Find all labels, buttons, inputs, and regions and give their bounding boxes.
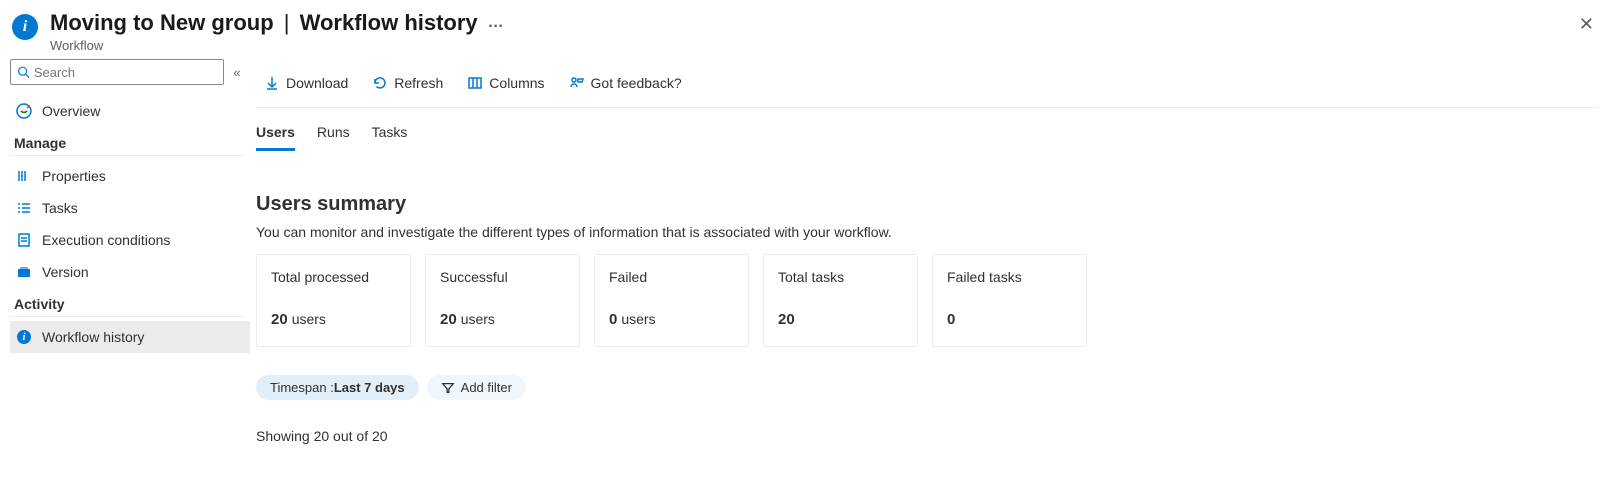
add-filter-pill[interactable]: Add filter [427, 375, 526, 400]
collapse-sidebar-button[interactable]: « [224, 65, 250, 80]
card-value: 20users [271, 311, 396, 328]
button-label: Download [286, 75, 348, 91]
pill-value: Last 7 days [334, 380, 405, 395]
button-label: Got feedback? [591, 75, 682, 91]
card-title: Total tasks [778, 269, 903, 285]
columns-icon [467, 75, 483, 91]
timespan-filter-pill[interactable]: Timespan : Last 7 days [256, 375, 419, 400]
command-bar: Download Refresh Columns Got feedback? [256, 59, 1598, 107]
sidebar-item-label: Workflow history [42, 329, 144, 345]
tasks-icon [16, 200, 32, 216]
overview-icon [16, 103, 32, 119]
download-button[interactable]: Download [256, 67, 356, 99]
sidebar-item-label: Execution conditions [42, 232, 170, 248]
card-value: 20 [778, 311, 903, 328]
sidebar-section-manage: Manage [10, 127, 250, 153]
tabs: Users Runs Tasks [256, 108, 1598, 151]
info-icon: i [12, 14, 38, 40]
pill-label: Add filter [461, 380, 512, 395]
more-button[interactable]: … [488, 14, 505, 32]
tab-tasks[interactable]: Tasks [372, 118, 408, 151]
page-header: i Moving to New group | Workflow history… [0, 0, 1618, 59]
main-content: Download Refresh Columns Got feedback? U… [250, 59, 1618, 444]
page-subtitle: Workflow [50, 38, 1571, 53]
sidebar-item-label: Overview [42, 103, 100, 119]
properties-icon [16, 168, 32, 184]
version-icon [16, 264, 32, 280]
sidebar-item-properties[interactable]: Properties [10, 160, 250, 192]
divider [10, 155, 244, 156]
card-value: 20users [440, 311, 565, 328]
sidebar: « Overview Manage Properties Tasks Execu [0, 59, 250, 444]
summary-cards: Total processed 20users Successful 20use… [256, 254, 1598, 347]
feedback-icon [569, 75, 585, 91]
card-value: 0users [609, 311, 734, 328]
sidebar-item-version[interactable]: Version [10, 256, 250, 288]
divider [10, 316, 244, 317]
tab-runs[interactable]: Runs [317, 118, 350, 151]
refresh-button[interactable]: Refresh [364, 67, 451, 99]
search-input-wrapper[interactable] [10, 59, 224, 85]
sidebar-item-overview[interactable]: Overview [10, 95, 250, 127]
tab-users[interactable]: Users [256, 118, 295, 151]
sidebar-item-label: Properties [42, 168, 106, 184]
sidebar-item-workflow-history[interactable]: i Workflow history [10, 321, 250, 353]
info-icon: i [16, 329, 32, 345]
sidebar-item-tasks[interactable]: Tasks [10, 192, 250, 224]
summary-title: Users summary [256, 193, 1598, 216]
button-label: Refresh [394, 75, 443, 91]
sidebar-item-label: Tasks [42, 200, 78, 216]
filter-bar: Timespan : Last 7 days Add filter [256, 375, 1598, 400]
card-successful: Successful 20users [425, 254, 580, 347]
sidebar-item-label: Version [42, 264, 89, 280]
card-title: Failed [609, 269, 734, 285]
close-button[interactable]: ✕ [1571, 10, 1602, 39]
refresh-icon [372, 75, 388, 91]
card-total-processed: Total processed 20users [256, 254, 411, 347]
title-secondary: Workflow history [300, 10, 478, 36]
execution-conditions-icon [16, 232, 32, 248]
card-failed-tasks: Failed tasks 0 [932, 254, 1087, 347]
search-icon [17, 65, 30, 79]
columns-button[interactable]: Columns [459, 67, 552, 99]
card-failed: Failed 0users [594, 254, 749, 347]
feedback-button[interactable]: Got feedback? [561, 67, 690, 99]
button-label: Columns [489, 75, 544, 91]
filter-icon [441, 381, 455, 395]
card-title: Total processed [271, 269, 396, 285]
card-title: Failed tasks [947, 269, 1072, 285]
pill-label: Timespan : [270, 380, 334, 395]
title-primary: Moving to New group [50, 10, 274, 36]
sidebar-item-execution-conditions[interactable]: Execution conditions [10, 224, 250, 256]
sidebar-section-activity: Activity [10, 288, 250, 314]
search-input[interactable] [34, 65, 217, 80]
card-total-tasks: Total tasks 20 [763, 254, 918, 347]
page-title: Moving to New group | Workflow history … [50, 10, 1571, 36]
title-separator: | [278, 10, 296, 36]
card-title: Successful [440, 269, 565, 285]
card-value: 0 [947, 311, 1072, 328]
showing-count: Showing 20 out of 20 [256, 428, 1598, 444]
summary-description: You can monitor and investigate the diff… [256, 224, 1598, 240]
download-icon [264, 75, 280, 91]
